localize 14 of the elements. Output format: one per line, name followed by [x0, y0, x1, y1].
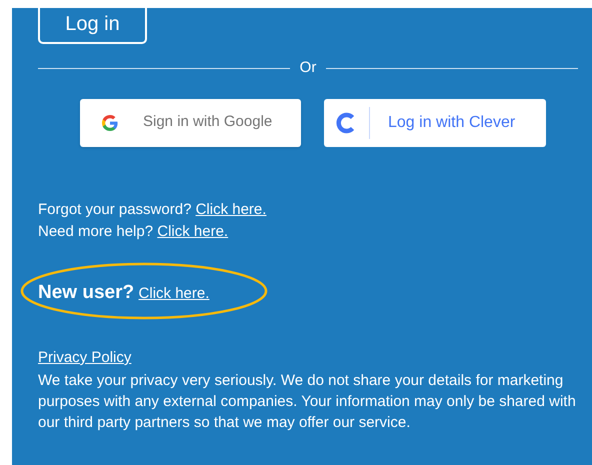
help-text: Need more help? Click here. — [38, 222, 228, 242]
click-here-link[interactable]: Click here. — [157, 222, 228, 240]
click-here-link[interactable]: Click here. — [196, 200, 266, 218]
privacy-statement: We take your privacy very seriously. We do not share your details for marketing purposes with any external companies. Your information may only be shared with our third party partners so that we may offer our service. — [38, 371, 577, 433]
clever-logo-icon — [336, 112, 356, 134]
new-user-text: New user? Click here. — [38, 280, 210, 304]
help-text: Forgot your password? Click here. — [38, 200, 266, 220]
click-here-link[interactable]: Click here. — [138, 284, 210, 302]
google-sign-in-button[interactable]: Sign in with Google — [80, 98, 301, 146]
clever-log-in-button[interactable]: Log in with Clever — [324, 98, 546, 146]
google-logo-icon — [100, 112, 120, 132]
privacy-policy-link[interactable]: Privacy Policy — [38, 347, 132, 368]
or-divider-label: Or — [300, 58, 316, 78]
log-in-button[interactable]: Log in — [38, 8, 147, 44]
